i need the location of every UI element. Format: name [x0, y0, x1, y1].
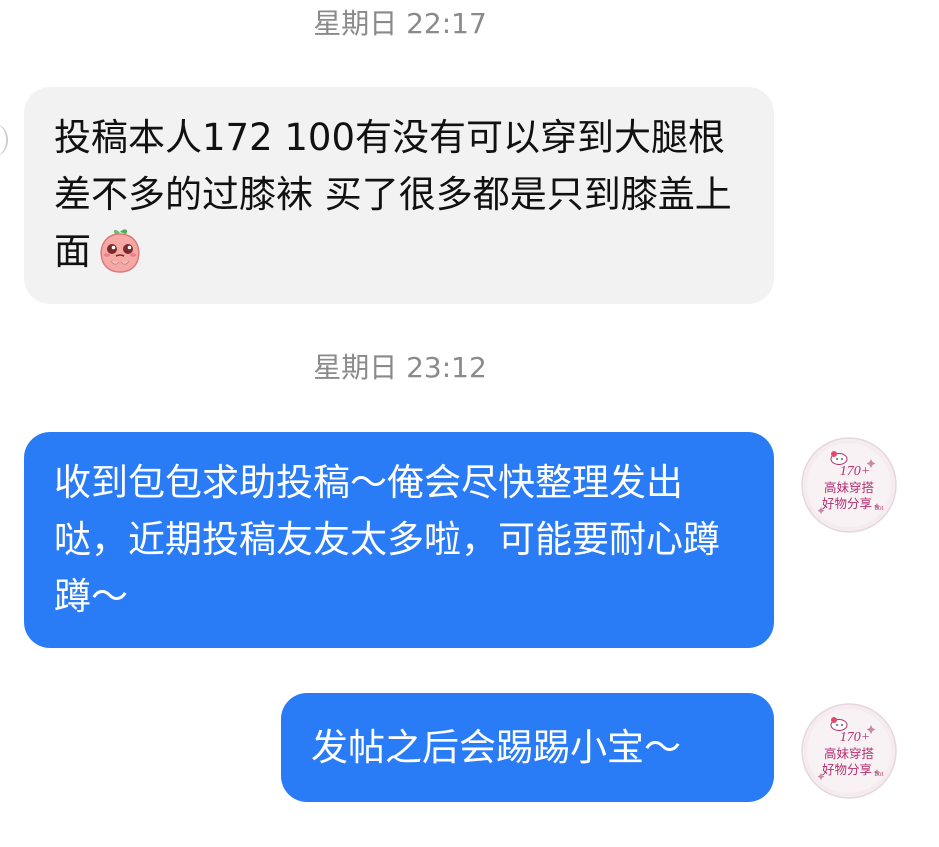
avatar-text-line2: 高妹穿搭	[824, 480, 875, 495]
bot-avatar[interactable]: 170+ 高妹穿搭 好物分享 bot	[801, 703, 897, 799]
outgoing-message-bubble[interactable]: 收到包包求助投稿～俺会尽快整理发出哒，近期投稿友友太多啦，可能要耐心蹲蹲～	[24, 432, 774, 648]
avatar-text-line3: 好物分享	[822, 496, 872, 511]
message-text: 投稿本人172 100有没有可以穿到大腿根差不多的过膝袜 买了很多都是只到膝盖上…	[54, 116, 732, 273]
incoming-message-bubble[interactable]: 投稿本人172 100有没有可以穿到大腿根差不多的过膝袜 买了很多都是只到膝盖上…	[24, 87, 774, 304]
avatar-text-suffix: bot	[875, 770, 884, 778]
message-text: 发帖之后会踢踢小宝～	[311, 726, 681, 769]
bot-avatar[interactable]: 170+ 高妹穿搭 好物分享 bot	[801, 437, 897, 533]
avatar-text-line1: 170+	[840, 464, 870, 479]
avatar-text-suffix: bot	[875, 504, 884, 512]
partial-avatar-edge	[0, 123, 8, 157]
message-timestamp: 星期日 22:17	[313, 7, 487, 40]
chat-screen: 星期日 22:17 投稿本人172 100有没有可以穿到大腿根差不多的过膝袜 买…	[0, 0, 939, 847]
outgoing-message-bubble[interactable]: 发帖之后会踢踢小宝～	[281, 693, 774, 802]
avatar-text-line2: 高妹穿搭	[824, 746, 875, 761]
avatar-text-line1: 170+	[840, 730, 870, 745]
message-timestamp: 星期日 23:12	[313, 351, 487, 384]
bot-avatar-image: 170+ 高妹穿搭 好物分享 bot	[801, 437, 897, 533]
bot-avatar-image: 170+ 高妹穿搭 好物分享 bot	[801, 703, 897, 799]
avatar-text-line3: 好物分享	[822, 762, 872, 777]
message-text: 收到包包求助投稿～俺会尽快整理发出哒，近期投稿友友太多啦，可能要耐心蹲蹲～	[54, 461, 720, 618]
crying-peach-emoji-icon	[95, 225, 145, 275]
